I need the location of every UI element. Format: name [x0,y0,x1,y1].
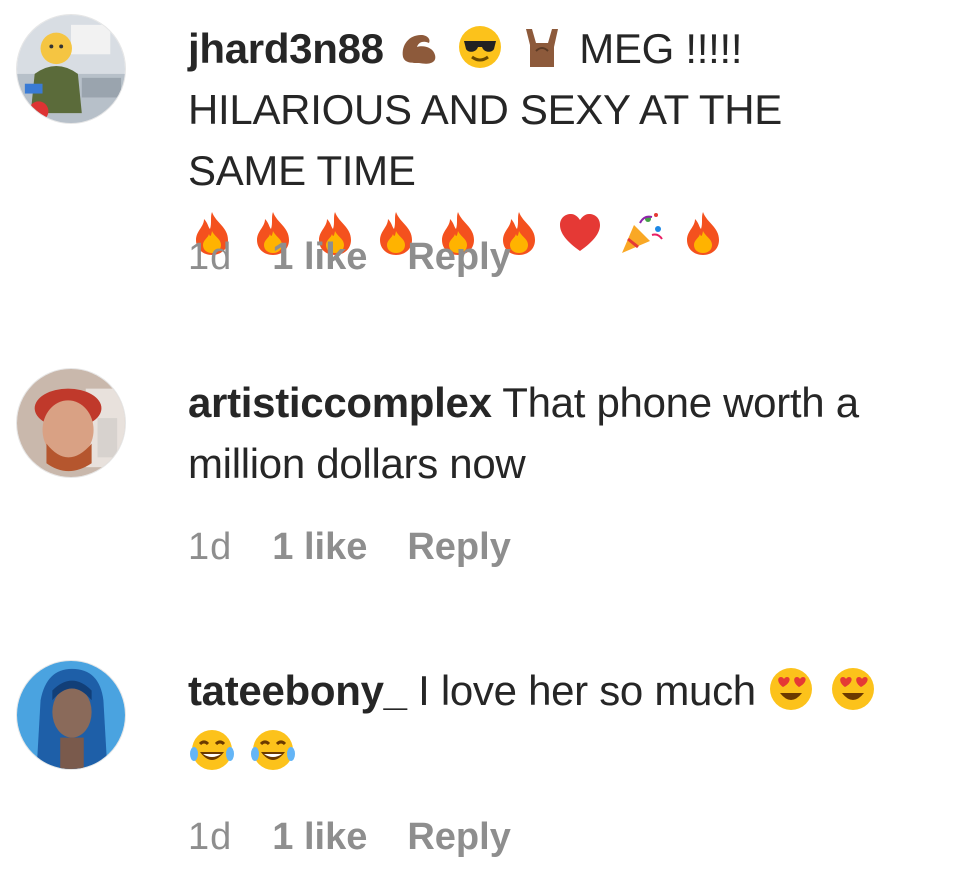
comment-username[interactable]: artisticcomplex [188,379,492,426]
comment-username[interactable]: tateebony_ [188,667,407,714]
avatar[interactable] [16,368,126,478]
comment-timestamp: 1d [188,816,233,858]
comment-timestamp: 1d [188,236,233,278]
avatar-image [17,15,125,123]
comment-line: jhard3n88 MEG !!!!! [188,18,962,79]
avatar[interactable] [16,660,126,770]
comment-body: artisticcomplex That phone worth a milli… [188,372,962,494]
flexed-biceps-emoji [395,23,443,71]
reply-button[interactable]: Reply [407,816,510,859]
comment-line: HILARIOUS AND SEXY AT THE [188,86,782,133]
comment-like-count[interactable]: 1 like [272,236,367,279]
fire-emoji [679,209,727,257]
comment-text: SAME TIME [188,147,416,194]
reply-button[interactable]: Reply [407,236,510,279]
comment-line: million dollars now [188,440,526,487]
party-popper-emoji [618,209,666,257]
comment-line: tateebony_ I love her so much [188,660,962,721]
comment-like-count[interactable]: 1 like [272,526,367,569]
red-heart-emoji [556,209,604,257]
avatar[interactable] [16,14,126,124]
sign-of-horns-emoji [518,23,566,71]
heart-eyes-emoji [767,665,815,713]
comment-body: jhard3n88 MEG !!!!! HILARIOUS AND SEXY A… [188,18,962,265]
comment-like-count[interactable]: 1 like [272,816,367,859]
avatar-image [17,369,125,477]
tears-of-joy-emoji [249,726,297,774]
comment-body: tateebony_ I love her so much [188,660,962,782]
heart-eyes-emoji [829,665,877,713]
comment-meta: 1d 1 like Reply [188,236,511,279]
comment-username[interactable]: jhard3n88 [188,25,384,72]
comment-text: That phone worth a [502,379,859,426]
comment-meta: 1d 1 like Reply [188,526,511,569]
comment-line [188,721,962,782]
avatar-image [17,661,125,769]
comment-line: artisticcomplex That phone worth a [188,372,962,433]
sunglasses-face-emoji [456,23,504,71]
tears-of-joy-emoji [188,726,236,774]
comment-text: I love her so much [418,667,756,714]
comment-timestamp: 1d [188,526,233,568]
comment-text: MEG !!!!! [579,25,743,72]
comment-meta: 1d 1 like Reply [188,816,511,859]
reply-button[interactable]: Reply [407,526,510,569]
